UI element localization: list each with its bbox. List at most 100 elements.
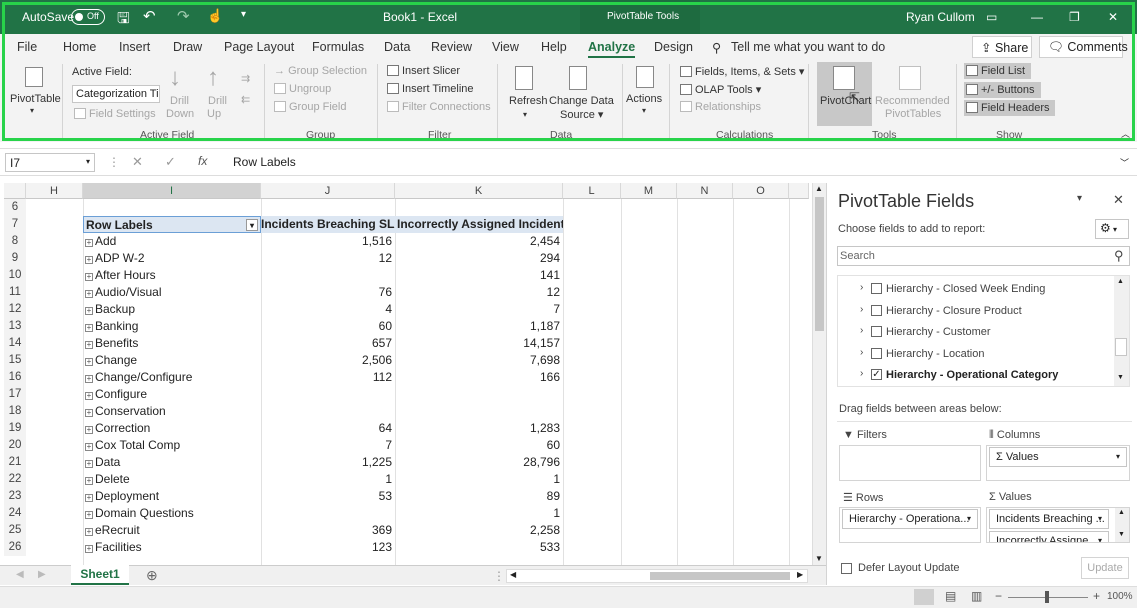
sheet-tab-sheet1[interactable]: Sheet1 — [71, 565, 129, 585]
name-box[interactable]: I7 ▾ — [5, 153, 95, 172]
expand-icon[interactable]: + — [85, 426, 93, 434]
ungroup-button[interactable]: Ungroup — [274, 83, 331, 95]
breaching-sla-cell[interactable]: 53 — [261, 488, 395, 505]
chevron-right-icon[interactable]: › — [860, 368, 863, 379]
row-label-cell[interactable]: + Facilities — [83, 539, 261, 556]
prev-sheet-icon[interactable]: ◀ — [16, 569, 24, 580]
restore-icon[interactable]: ❐ — [1069, 10, 1080, 24]
field-item[interactable]: › Hierarchy - Customer — [838, 324, 1108, 342]
update-button[interactable]: Update — [1081, 557, 1129, 579]
expand-icon[interactable]: + — [85, 324, 93, 332]
field-item[interactable]: › Hierarchy - Closed Week Ending — [838, 281, 1108, 299]
incorrectly-assigned-cell[interactable] — [395, 403, 563, 420]
rows-drop-area[interactable]: Hierarchy - Operationa... ▾ — [839, 507, 981, 543]
refresh-dropdown-icon[interactable]: ▾ — [523, 110, 527, 119]
breaching-sla-cell[interactable]: Incidents Breaching SLA — [261, 216, 395, 233]
drill-up-label-1[interactable]: Drill — [208, 95, 227, 107]
row-number[interactable]: 16 — [4, 369, 26, 386]
field-checkbox[interactable]: ✓ — [871, 369, 882, 380]
group-selection-button[interactable]: → Group Selection — [274, 65, 367, 77]
insert-slicer-button[interactable]: Insert Slicer — [387, 65, 460, 77]
column-header-i[interactable]: I — [83, 183, 261, 199]
incorrectly-assigned-cell[interactable]: 1 — [395, 471, 563, 488]
drill-down-label-1[interactable]: Drill — [170, 95, 189, 107]
column-header-o[interactable]: O — [733, 183, 789, 199]
tab-review[interactable]: Review — [431, 40, 472, 54]
breaching-sla-cell[interactable]: 1 — [261, 471, 395, 488]
drill-up-label-2[interactable]: Up — [207, 108, 221, 120]
new-sheet-icon[interactable]: ⊕ — [146, 567, 158, 584]
redo-icon[interactable]: ↷ — [177, 7, 190, 25]
horizontal-scrollbar[interactable]: ◀ ▶ — [506, 569, 808, 583]
row-label-cell[interactable]: + Correction — [83, 420, 261, 437]
share-button[interactable]: ⇪ Share — [972, 36, 1032, 58]
expand-icon[interactable]: + — [85, 307, 93, 315]
breaching-sla-cell[interactable]: 4 — [261, 301, 395, 318]
zoom-in-icon[interactable]: + — [1093, 589, 1100, 603]
refresh-button[interactable]: Refresh — [509, 95, 548, 107]
values-chip-breaching[interactable]: Incidents Breaching ... ▾ — [989, 509, 1109, 529]
minimize-icon[interactable]: — — [1031, 10, 1043, 24]
row-number[interactable]: 22 — [4, 471, 26, 488]
breaching-sla-cell[interactable]: 112 — [261, 369, 395, 386]
row-number[interactable]: 12 — [4, 301, 26, 318]
field-scroll-up-icon[interactable]: ▲ — [1117, 278, 1124, 285]
incorrectly-assigned-cell[interactable]: Incorrectly Assigned Incidents — [395, 216, 563, 233]
breaching-sla-cell[interactable]: 76 — [261, 284, 395, 301]
save-icon[interactable]: 🖫 — [117, 8, 130, 33]
breaching-sla-cell[interactable] — [261, 199, 395, 216]
field-checkbox[interactable] — [871, 304, 882, 316]
expand-icon[interactable]: + — [85, 290, 93, 298]
row-label-cell[interactable]: + Domain Questions — [83, 505, 261, 522]
values-scroll-up-icon[interactable]: ▲ — [1118, 509, 1125, 516]
column-header-m[interactable]: M — [621, 183, 677, 199]
row-number[interactable]: 17 — [4, 386, 26, 403]
actions-button[interactable]: Actions — [626, 93, 662, 105]
field-list[interactable]: › Hierarchy - Closed Week Ending › Hierarch… — [837, 275, 1130, 387]
expand-icon[interactable]: + — [85, 341, 93, 349]
row-label-cell[interactable]: + Conservation — [83, 403, 261, 420]
rows-chip-dropdown-icon[interactable]: ▾ — [967, 510, 971, 528]
row-label-cell[interactable]: + Benefits — [83, 335, 261, 352]
vertical-scrollbar[interactable]: ▲ ▼ — [812, 183, 826, 567]
values-chip-incorrect[interactable]: Incorrectly Assigne... ▾ — [989, 531, 1109, 542]
breaching-sla-cell[interactable]: 2,506 — [261, 352, 395, 369]
incorrectly-assigned-cell[interactable]: 166 — [395, 369, 563, 386]
chip-dropdown-icon[interactable]: ▾ — [1116, 448, 1120, 466]
field-item[interactable]: › ✓ Hierarchy - Operational Category — [838, 367, 1108, 385]
expand-icon[interactable]: + — [85, 375, 93, 383]
normal-view-icon[interactable] — [914, 589, 934, 605]
collapse-ribbon-icon[interactable]: ︿ — [1121, 127, 1130, 140]
incorrectly-assigned-cell[interactable]: 2,454 — [395, 233, 563, 250]
scroll-left-icon[interactable]: ◀ — [510, 570, 516, 579]
expand-formula-bar-icon[interactable]: ﹀ — [1120, 156, 1129, 169]
worksheet-grid[interactable]: H I J K L M N O 6 7 Row Labels ▾ Incidents B… — [4, 183, 826, 583]
tab-home[interactable]: Home — [63, 40, 96, 54]
values-drop-area[interactable]: Incidents Breaching ... ▾ Incorrectly Ass… — [986, 507, 1130, 543]
tell-me-box[interactable]: Tell me what you want to do — [731, 40, 885, 54]
rows-hierarchy-chip[interactable]: Hierarchy - Operationa... ▾ — [842, 509, 978, 529]
expand-field-icon[interactable]: ⇉ — [241, 72, 250, 85]
row-number[interactable]: 24 — [4, 505, 26, 522]
row-number[interactable]: 20 — [4, 437, 26, 454]
pane-options-icon[interactable]: ▾ — [1077, 193, 1082, 204]
change-data-source-label-2[interactable]: Source ▾ — [560, 108, 603, 121]
tab-help[interactable]: Help — [541, 40, 567, 54]
incorrectly-assigned-cell[interactable]: 7 — [395, 301, 563, 318]
chevron-right-icon[interactable]: › — [860, 304, 863, 315]
field-headers-toggle[interactable]: Field Headers — [964, 100, 1056, 116]
column-header-n[interactable]: N — [677, 183, 733, 199]
field-checkbox[interactable] — [871, 347, 882, 359]
drill-down-label-2[interactable]: Down — [166, 108, 194, 120]
group-field-button[interactable]: Group Field — [274, 101, 346, 113]
field-checkbox[interactable] — [871, 283, 882, 294]
filters-drop-area[interactable] — [839, 445, 981, 481]
tab-draw[interactable]: Draw — [173, 40, 202, 54]
expand-icon[interactable]: + — [85, 511, 93, 519]
olap-tools-button[interactable]: OLAP Tools ▾ — [680, 83, 761, 96]
incorrectly-assigned-cell[interactable]: 294 — [395, 250, 563, 267]
chevron-right-icon[interactable]: › — [860, 325, 863, 336]
values-chip-2-dropdown-icon[interactable]: ▾ — [1098, 532, 1102, 542]
columns-values-chip[interactable]: Σ Values ▾ — [989, 447, 1127, 467]
filter-connections-button[interactable]: Filter Connections — [387, 101, 491, 113]
